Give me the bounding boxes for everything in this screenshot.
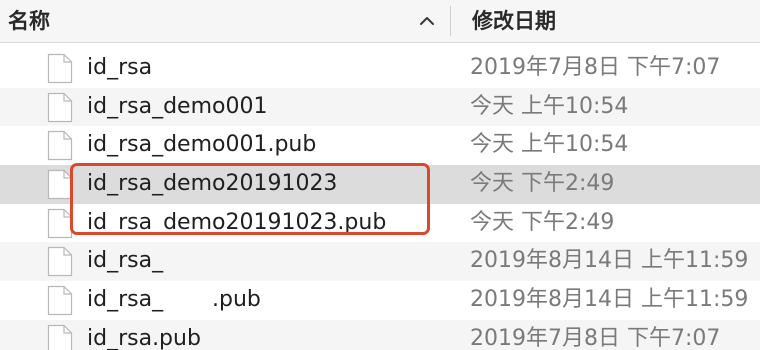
file-name: id_rsa_demo001 bbox=[87, 93, 268, 119]
file-row[interactable]: id_rsa_demo20191023.pub 今天 下午2:49 bbox=[0, 204, 760, 243]
document-icon bbox=[47, 324, 73, 350]
file-row[interactable]: id_rsa_ .pub 2019年8月14日 上午11:59 bbox=[0, 281, 760, 320]
chevron-up-icon[interactable] bbox=[416, 10, 438, 32]
file-date: 2019年8月14日 上午11:59 bbox=[470, 248, 749, 274]
file-row[interactable]: id_rsa.pub 2019年7月8日 下午7:07 bbox=[0, 319, 760, 350]
file-name: id_rsa_demo20191023 bbox=[87, 171, 338, 197]
file-date: 2019年7月8日 下午7:07 bbox=[470, 325, 721, 350]
file-name: id_rsa bbox=[87, 55, 153, 80]
file-row[interactable]: id_rsa_demo20191023 今天 下午2:49 bbox=[0, 165, 760, 204]
file-name: id_rsa_demo001.pub bbox=[87, 132, 317, 158]
file-row[interactable]: id_rsa 2019年7月8日 下午7:07 bbox=[0, 49, 760, 88]
file-name: id_rsa_demo20191023.pub bbox=[87, 209, 387, 235]
column-divider[interactable] bbox=[450, 6, 451, 36]
file-date: 2019年7月8日 下午7:07 bbox=[470, 55, 721, 80]
document-icon bbox=[47, 208, 73, 238]
file-date: 今天 上午10:54 bbox=[470, 132, 629, 158]
file-list: id_rsa 2019年7月8日 下午7:07 id_rsa_demo001 今… bbox=[0, 49, 760, 350]
document-icon bbox=[47, 53, 73, 84]
file-name: id_rsa_ .pub bbox=[87, 287, 261, 313]
file-date: 今天 下午2:49 bbox=[470, 171, 615, 197]
file-date: 今天 下午2:49 bbox=[470, 209, 615, 235]
column-header-bar: 名称 修改日期 bbox=[0, 0, 760, 43]
document-icon bbox=[47, 286, 73, 316]
file-date: 2019年8月14日 上午11:59 bbox=[470, 287, 749, 313]
file-row[interactable]: id_rsa_demo001.pub 今天 上午10:54 bbox=[0, 126, 760, 165]
document-icon bbox=[47, 169, 73, 200]
file-name: id_rsa.pub bbox=[87, 325, 201, 350]
finder-window: 名称 修改日期 id_rsa 2019年7月8日 下午7:07 id_rsa_d… bbox=[0, 0, 760, 350]
document-icon bbox=[47, 247, 73, 277]
name-column-header[interactable]: 名称 bbox=[8, 0, 448, 42]
file-name: id_rsa_ bbox=[87, 248, 164, 274]
file-row[interactable]: id_rsa_demo001 今天 上午10:54 bbox=[0, 87, 760, 127]
document-icon bbox=[47, 131, 73, 161]
file-date: 今天 上午10:54 bbox=[470, 93, 629, 119]
date-modified-column-header[interactable]: 修改日期 bbox=[472, 0, 752, 42]
file-row[interactable]: id_rsa_ 2019年8月14日 上午11:59 bbox=[0, 242, 760, 282]
document-icon bbox=[47, 92, 73, 122]
